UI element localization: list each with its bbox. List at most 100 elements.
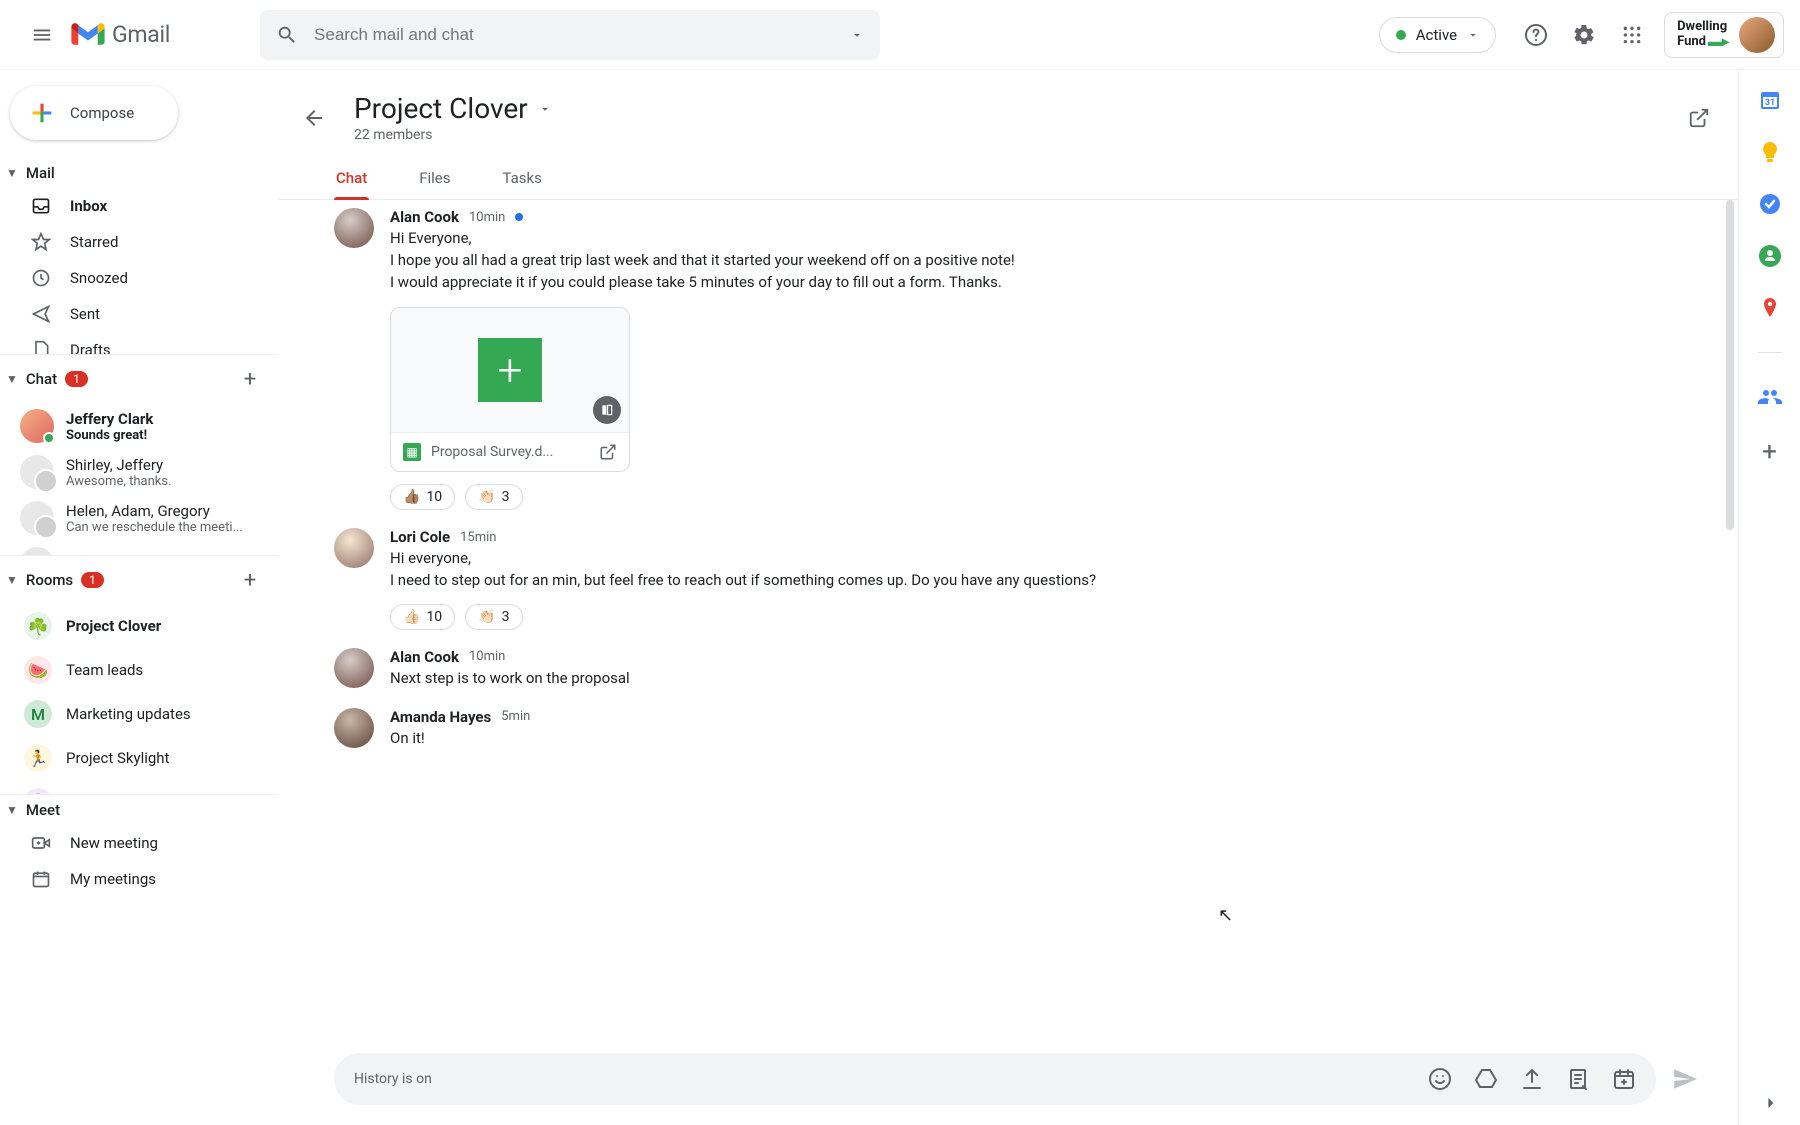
room-item[interactable]: MMarketing updates: [0, 692, 278, 736]
gmail-logo[interactable]: Gmail: [70, 21, 170, 49]
chat-item[interactable]: Helen Chang: [0, 541, 278, 555]
maps-addon-icon[interactable]: [1758, 296, 1782, 320]
send-icon: [30, 304, 52, 324]
calendar-button[interactable]: [1612, 1067, 1636, 1091]
unread-indicator-icon: [515, 213, 523, 221]
room-icon: 🍉: [24, 656, 52, 684]
reaction-chip[interactable]: 👏🏻3: [465, 604, 522, 630]
room-tabs: Chat Files Tasks: [278, 161, 1738, 200]
avatar: [20, 455, 54, 489]
main-menu-button[interactable]: [18, 11, 66, 59]
star-icon: [30, 232, 52, 252]
app-header: Gmail Active Dwelling Fund▬▸: [0, 0, 1800, 70]
attachment-name: Proposal Survey.d...: [431, 444, 589, 460]
chat-message: Alan Cook10min Hi Everyone,I hope you al…: [334, 208, 1698, 510]
presence-status-selector[interactable]: Active: [1379, 17, 1496, 53]
chat-unread-badge: 1: [65, 371, 88, 387]
send-button[interactable]: [1672, 1066, 1698, 1092]
rooms-section-header[interactable]: ▼Rooms1+: [0, 555, 278, 604]
collapse-button[interactable]: [1648, 107, 1670, 129]
collapse-panel-button[interactable]: [1760, 1093, 1780, 1113]
tasks-addon-icon[interactable]: [1758, 192, 1782, 216]
message-composer[interactable]: History is on: [334, 1053, 1656, 1105]
attachment-card[interactable]: + ▦ Proposal Survey.d...: [390, 307, 630, 472]
left-sidebar: Compose ▼Mail Inbox Starred Snoozed Sent…: [0, 70, 278, 1125]
google-apps-button[interactable]: [1608, 11, 1656, 59]
chat-item[interactable]: Shirley, JefferyAwesome, thanks.: [0, 449, 278, 495]
room-item[interactable]: 🍉Team leads: [0, 648, 278, 692]
my-meetings-nav[interactable]: My meetings: [0, 861, 278, 897]
starred-nav[interactable]: Starred: [0, 224, 278, 260]
inbox-nav[interactable]: Inbox: [0, 188, 278, 224]
avatar: [334, 208, 374, 248]
snoozed-nav[interactable]: Snoozed: [0, 260, 278, 296]
app-name: Gmail: [112, 21, 170, 48]
avatar: [334, 648, 374, 688]
keep-addon-icon[interactable]: [1758, 140, 1782, 164]
avatar: [334, 528, 374, 568]
search-options-icon[interactable]: [850, 28, 864, 42]
main-content: Project Clover 22 members Chat Files Tas…: [278, 70, 1738, 1125]
chat-message: Amanda Hayes5min On it!: [334, 708, 1698, 750]
open-in-new-button[interactable]: [1688, 107, 1710, 129]
reaction-chip[interactable]: 👍🏽10: [390, 484, 455, 510]
upload-button[interactable]: [1520, 1067, 1544, 1091]
room-member-count: 22 members: [354, 127, 552, 143]
attachment-open-icon: [593, 396, 621, 424]
avatar: [20, 409, 54, 443]
room-title-dropdown[interactable]: Project Clover: [354, 92, 552, 125]
avatar: [334, 708, 374, 748]
scrollbar[interactable]: [1726, 200, 1734, 530]
tab-chat[interactable]: Chat: [334, 161, 369, 199]
tab-files[interactable]: Files: [417, 161, 452, 199]
message-author: Alan Cook: [390, 648, 459, 666]
open-in-new-icon[interactable]: [599, 443, 617, 461]
reaction-chip[interactable]: 👍🏻10: [390, 604, 455, 630]
reaction-chip[interactable]: 👏🏻3: [465, 484, 522, 510]
message-author: Amanda Hayes: [390, 708, 491, 726]
chat-section-header[interactable]: ▼Chat1+: [0, 354, 278, 403]
room-icon: ☘️: [24, 612, 52, 640]
back-button[interactable]: [294, 98, 334, 138]
drafts-nav[interactable]: Drafts: [0, 332, 278, 354]
get-addons-button[interactable]: +: [1758, 437, 1782, 461]
presence-status-label: Active: [1416, 26, 1457, 44]
sent-nav[interactable]: Sent: [0, 296, 278, 332]
new-meeting-nav[interactable]: New meeting: [0, 825, 278, 861]
settings-button[interactable]: [1560, 11, 1608, 59]
calendar-addon-icon[interactable]: 31: [1758, 88, 1782, 112]
chat-item[interactable]: Helen, Adam, GregoryCan we reschedule th…: [0, 495, 278, 541]
room-item-project-clover[interactable]: ☘️Project Clover: [0, 604, 278, 648]
search-input[interactable]: [314, 25, 834, 45]
sheets-mini-icon: ▦: [403, 443, 421, 461]
room-item[interactable]: 🧘Yoga and Relaxation: [0, 780, 278, 794]
new-chat-button[interactable]: +: [232, 361, 268, 397]
emoji-button[interactable]: [1428, 1067, 1452, 1091]
inbox-icon: [30, 196, 52, 216]
search-bar[interactable]: [260, 10, 880, 60]
room-item[interactable]: 🏃Project Skylight: [0, 736, 278, 780]
contacts-addon-icon[interactable]: [1758, 244, 1782, 268]
chat-message: Lori Cole15min Hi everyone,I need to ste…: [334, 528, 1698, 630]
account-avatar[interactable]: [1739, 17, 1775, 53]
mail-section-header[interactable]: ▼Mail: [0, 158, 278, 188]
workspace-account-chip[interactable]: Dwelling Fund▬▸: [1664, 12, 1784, 58]
support-button[interactable]: [1512, 11, 1560, 59]
meet-section-header[interactable]: ▼Meet: [0, 794, 278, 825]
side-panel: 31 +: [1738, 70, 1800, 1125]
video-plus-icon: [30, 833, 52, 853]
chat-item[interactable]: Jeffery ClarkSounds great!: [0, 403, 278, 449]
message-thread[interactable]: Alan Cook10min Hi Everyone,I hope you al…: [278, 200, 1738, 1039]
docs-button[interactable]: [1566, 1067, 1590, 1091]
clock-icon: [30, 268, 52, 288]
new-room-button[interactable]: +: [232, 562, 268, 598]
compose-button[interactable]: Compose: [10, 86, 178, 140]
drive-button[interactable]: [1474, 1067, 1498, 1091]
sheets-icon: +: [478, 338, 542, 402]
avatar: [20, 547, 54, 555]
file-icon: [30, 340, 52, 354]
tab-tasks[interactable]: Tasks: [501, 161, 544, 199]
brand-line-1: Dwelling: [1677, 20, 1729, 33]
contacts-panel-icon[interactable]: [1758, 385, 1782, 409]
presence-dot-icon: [1396, 30, 1406, 40]
